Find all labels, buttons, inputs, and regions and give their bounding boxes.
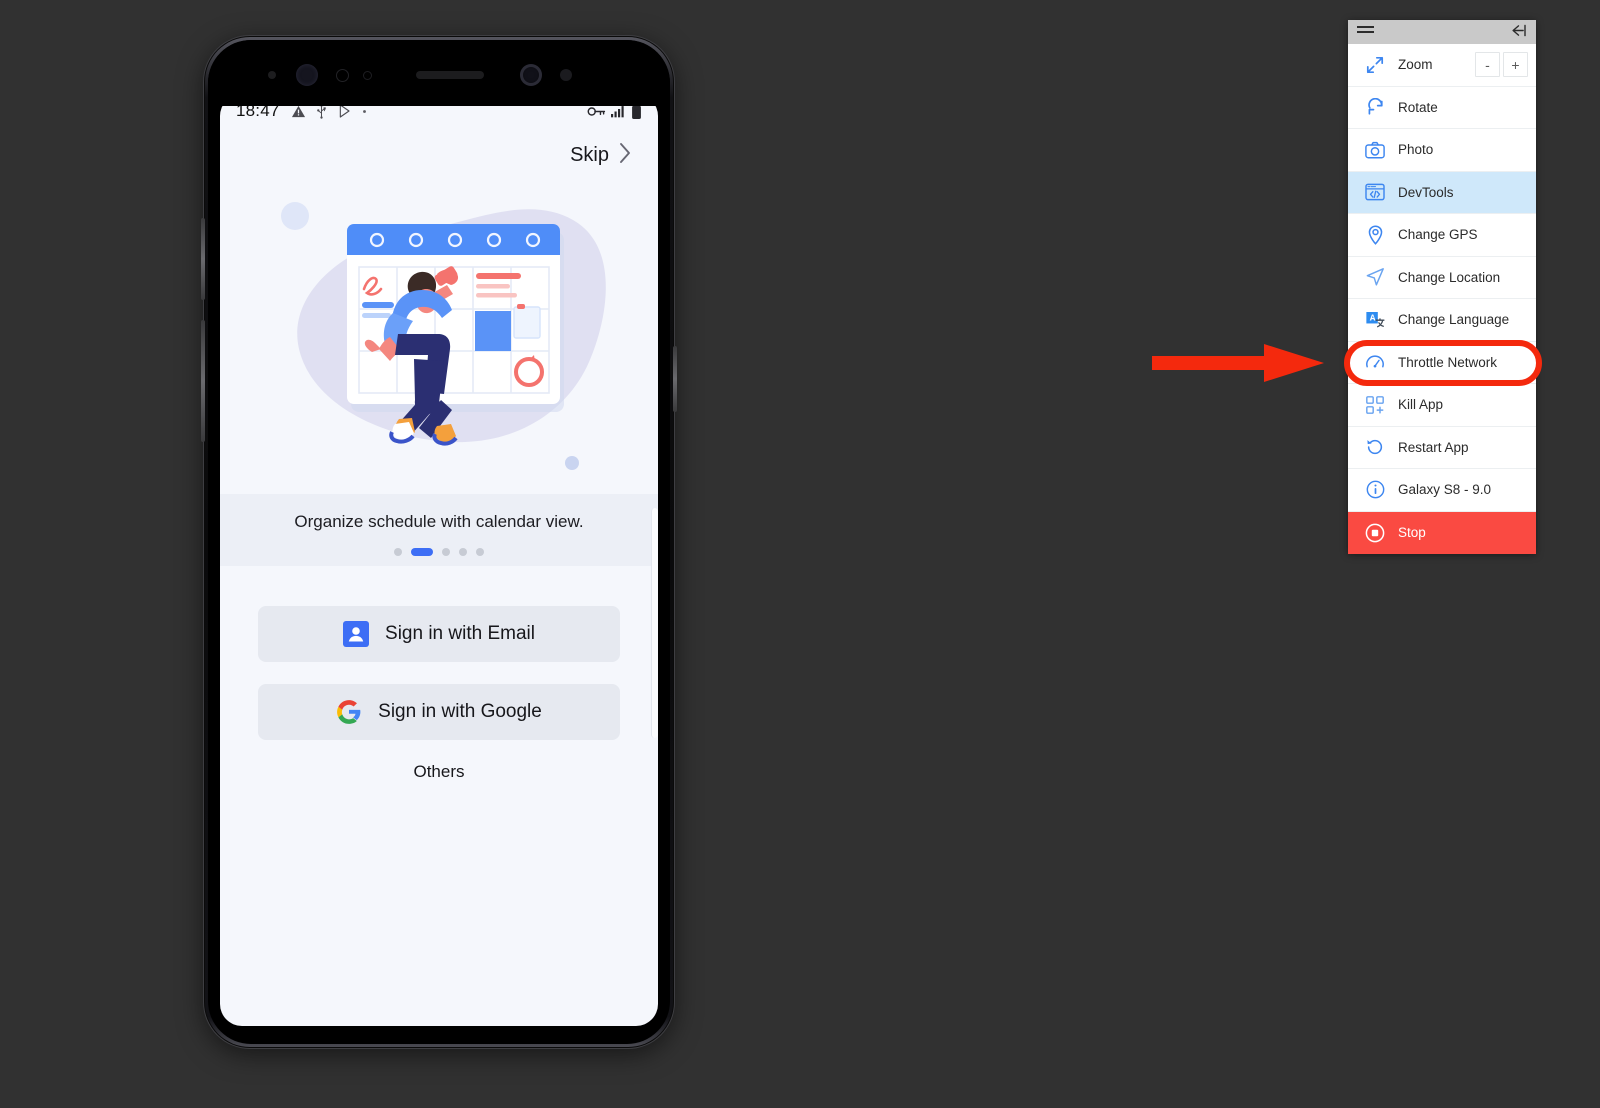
device-top-sensor-bar	[208, 40, 670, 106]
person-badge-icon	[343, 621, 370, 647]
tool-item-rotate[interactable]: Rotate	[1348, 86, 1536, 129]
pager-dot[interactable]	[442, 548, 450, 556]
info-circle-icon	[1363, 480, 1387, 499]
calendar-onboarding-illustration	[281, 202, 606, 470]
tool-item-kill-app-label: Kill App	[1398, 397, 1444, 413]
tool-item-throttle-network-label: Throttle Network	[1398, 354, 1498, 370]
map-pin-icon	[1363, 225, 1387, 245]
tool-item-kill-app[interactable]: Kill App	[1348, 384, 1536, 427]
collapse-left-icon[interactable]	[1510, 24, 1527, 40]
device-button-volume-down[interactable]	[201, 320, 205, 442]
code-window-icon	[1363, 183, 1387, 201]
sign-in-with-email-label: Sign in with Email	[385, 623, 535, 644]
sign-in-with-google-label: Sign in with Google	[378, 701, 542, 722]
tool-item-restart-app-label: Restart App	[1398, 439, 1469, 455]
proximity-sensor-icon	[268, 71, 276, 79]
app-grid-plus-icon	[1363, 395, 1387, 415]
tool-item-change-gps[interactable]: Change GPS	[1348, 214, 1536, 257]
pager-dot[interactable]	[394, 548, 402, 556]
earpiece-speaker-icon	[416, 71, 484, 79]
zoom-out-button[interactable]: -	[1475, 52, 1500, 78]
sensor-ring-small-icon	[363, 71, 372, 80]
zoom-in-button[interactable]: +	[1503, 52, 1528, 78]
tool-item-device-info-label: Galaxy S8 - 9.0	[1398, 482, 1492, 498]
tool-item-change-language[interactable]: Change Language	[1348, 299, 1536, 342]
tool-item-rotate-label: Rotate	[1398, 99, 1438, 115]
device-screen[interactable]: 18:47 Skip Organize schedule with calend…	[220, 94, 658, 1026]
tool-item-device-info[interactable]: Galaxy S8 - 9.0	[1348, 469, 1536, 512]
hamburger-icon[interactable]	[1357, 26, 1374, 33]
tool-item-change-location-label: Change Location	[1398, 269, 1501, 285]
tool-item-change-gps-label: Change GPS	[1398, 227, 1478, 243]
front-camera-icon	[520, 64, 542, 86]
emulator-tool-panel: Zoom - + Rotate Photo DevTools Change GP…	[1348, 20, 1536, 554]
caption-band: Organize schedule with calendar view.	[220, 494, 658, 566]
chevron-right-icon	[619, 142, 632, 168]
sign-in-with-email-button[interactable]: Sign in with Email	[258, 606, 620, 662]
iris-scanner-icon	[296, 64, 318, 86]
skip-row[interactable]: Skip	[220, 128, 658, 168]
others-link[interactable]: Others	[258, 762, 620, 782]
auth-section: Sign in with Email Sign in with Google O…	[220, 566, 658, 782]
tool-item-throttle-network[interactable]: Throttle Network	[1348, 341, 1536, 384]
google-g-icon	[336, 699, 362, 725]
light-sensor-icon	[560, 69, 572, 81]
camera-icon	[1363, 141, 1387, 159]
pager-dots[interactable]	[220, 548, 658, 556]
onboarding-illustration	[220, 174, 658, 494]
tool-item-zoom-label: Zoom	[1398, 57, 1433, 73]
pager-dot-active[interactable]	[411, 548, 433, 556]
onboarding-caption: Organize schedule with calendar view.	[294, 512, 584, 531]
expand-arrows-icon	[1363, 56, 1387, 74]
tool-item-change-language-label: Change Language	[1398, 312, 1510, 328]
zoom-controls: - +	[1475, 52, 1536, 78]
restart-icon	[1363, 437, 1387, 457]
skip-button-label[interactable]: Skip	[570, 144, 609, 167]
device-frame: 18:47 Skip Organize schedule with calend…	[201, 36, 677, 1048]
sensor-ring-icon	[336, 69, 349, 82]
pager-dot[interactable]	[459, 548, 467, 556]
stop-circle-icon	[1363, 523, 1387, 543]
tool-item-zoom[interactable]: Zoom - +	[1348, 44, 1536, 87]
device-button-volume-up[interactable]	[201, 218, 205, 300]
tool-item-restart-app[interactable]: Restart App	[1348, 426, 1536, 469]
tool-item-stop-label: Stop	[1398, 525, 1426, 541]
navigation-arrow-icon	[1363, 267, 1387, 287]
dot-icon	[362, 109, 367, 114]
red-pointer-arrow	[1152, 344, 1324, 382]
pager-dot[interactable]	[476, 548, 484, 556]
tool-item-devtools-label: DevTools	[1398, 184, 1454, 200]
tool-panel-header[interactable]	[1348, 20, 1536, 44]
rotate-icon	[1363, 97, 1387, 117]
signal-bars-icon	[611, 105, 626, 118]
device-bezel: 18:47 Skip Organize schedule with calend…	[208, 40, 670, 1044]
translate-icon	[1363, 310, 1387, 330]
vpn-key-icon	[587, 105, 606, 118]
sign-in-with-google-button[interactable]: Sign in with Google	[258, 684, 620, 740]
tool-item-devtools[interactable]: DevTools	[1348, 171, 1536, 214]
device-button-power[interactable]	[673, 346, 677, 412]
tool-item-stop[interactable]: Stop	[1348, 511, 1536, 554]
tool-item-photo[interactable]: Photo	[1348, 129, 1536, 172]
screen-scrollbar[interactable]	[651, 508, 658, 738]
tool-item-photo-label: Photo	[1398, 142, 1434, 158]
speedometer-icon	[1363, 352, 1387, 372]
screenshot-root: 18:47 Skip Organize schedule with calend…	[0, 0, 1600, 1108]
tool-item-change-location[interactable]: Change Location	[1348, 256, 1536, 299]
